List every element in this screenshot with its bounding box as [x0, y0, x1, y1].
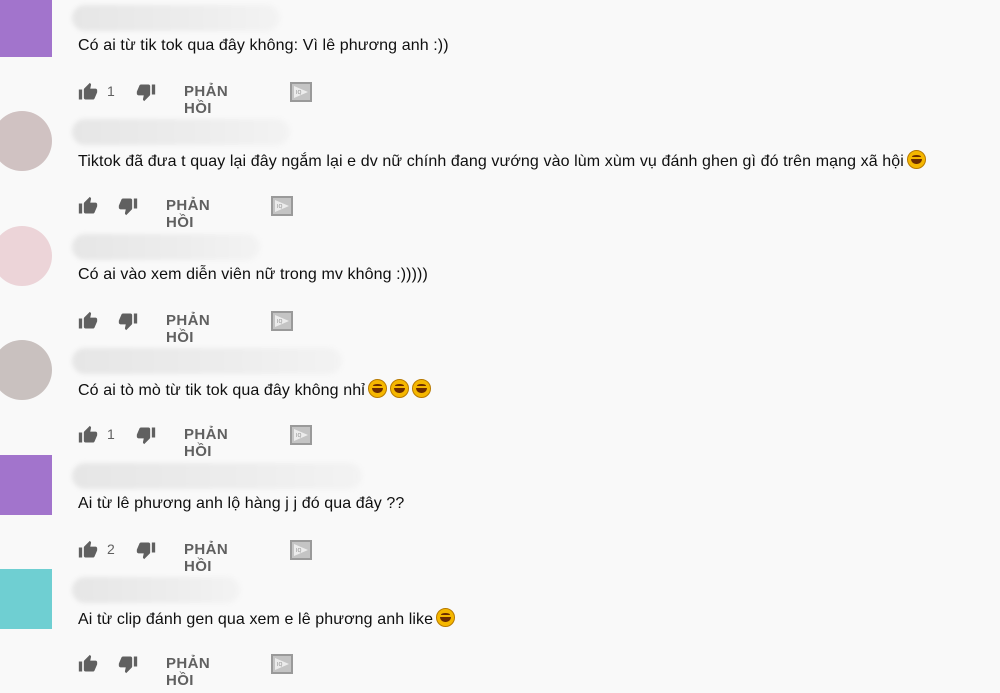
svg-text:IQ: IQ	[277, 662, 282, 668]
author-name-blurred	[72, 119, 290, 145]
reply-button[interactable]: PHẢN HỒI	[166, 197, 210, 231]
reply-badge-icon: IQ	[289, 80, 313, 104]
comment-item: Ai từ clip đánh gen qua xem e lê phương …	[0, 569, 1000, 693]
reply-badge-icon: IQ	[270, 652, 294, 676]
svg-text:IQ: IQ	[296, 548, 301, 554]
svg-text:IQ: IQ	[296, 90, 301, 96]
comment-text: Có ai từ tik tok qua đây không: Vì lê ph…	[78, 36, 449, 56]
comment-text: Tiktok đã đưa t quay lại đây ngắm lại e …	[78, 150, 926, 172]
comment-text: Có ai vào xem diễn viên nữ trong mv khôn…	[78, 265, 428, 285]
comment-text: Ai từ lê phương anh lộ hàng j j đó qua đ…	[78, 494, 404, 514]
comment-text-content: Tiktok đã đưa t quay lại đây ngắm lại e …	[78, 153, 904, 170]
avatar[interactable]	[0, 455, 52, 515]
thumb-up-icon[interactable]	[78, 196, 98, 216]
thumb-down-icon[interactable]	[136, 82, 156, 102]
laughing-emoji-icon	[367, 379, 387, 398]
comment-text: Có ai tò mò từ tik tok qua đây không nhỉ	[78, 379, 431, 401]
like-count: 2	[107, 541, 115, 557]
thumb-up-icon[interactable]	[78, 425, 98, 445]
author-name-blurred	[72, 234, 260, 260]
comment-text-content: Có ai vào xem diễn viên nữ trong mv khôn…	[78, 266, 428, 283]
like-count: 1	[107, 83, 115, 99]
author-name-blurred	[72, 577, 240, 603]
comment-item: Ai từ lê phương anh lộ hàng j j đó qua đ…	[0, 455, 1000, 579]
author-name-blurred	[72, 348, 342, 374]
thumb-down-icon[interactable]	[118, 311, 138, 331]
reply-badge-icon: IQ	[270, 194, 294, 218]
laughing-emoji-icon	[389, 379, 409, 398]
reply-badge-icon: IQ	[289, 538, 313, 562]
comment-text-content: Ai từ lê phương anh lộ hàng j j đó qua đ…	[78, 495, 405, 512]
thumb-down-icon[interactable]	[136, 425, 156, 445]
comment-text-content: Có ai từ tik tok qua đây không: Vì lê ph…	[78, 37, 449, 54]
laughing-emoji-icon	[436, 608, 456, 627]
reply-button[interactable]: PHẢN HỒI	[166, 312, 210, 346]
thumb-down-icon[interactable]	[136, 540, 156, 560]
laughing-emoji-icon	[906, 150, 926, 169]
thumb-down-icon[interactable]	[118, 196, 138, 216]
reply-button[interactable]: PHẢN HỒI	[166, 655, 210, 689]
svg-text:IQ: IQ	[296, 433, 301, 439]
avatar[interactable]	[0, 569, 52, 629]
reply-badge-icon: IQ	[270, 309, 294, 333]
laughing-emoji-icon	[411, 379, 431, 398]
thumb-up-icon[interactable]	[78, 654, 98, 674]
thumb-down-icon[interactable]	[118, 654, 138, 674]
thumb-up-icon[interactable]	[78, 540, 98, 560]
like-count: 1	[107, 426, 115, 442]
comment-item: Có ai từ tik tok qua đây không: Vì lê ph…	[0, 0, 1000, 121]
reply-button[interactable]: PHẢN HỒI	[184, 541, 228, 575]
author-name-blurred	[72, 5, 280, 31]
reply-badge-icon: IQ	[289, 423, 313, 447]
comment-item: Có ai vào xem diễn viên nữ trong mv khôn…	[0, 226, 1000, 350]
avatar[interactable]	[0, 340, 52, 400]
reply-button[interactable]: PHẢN HỒI	[184, 83, 228, 117]
comment-text-content: Ai từ clip đánh gen qua xem e lê phương …	[78, 611, 434, 628]
author-name-blurred	[72, 463, 362, 489]
svg-text:IQ: IQ	[277, 204, 282, 210]
comment-item: Tiktok đã đưa t quay lại đây ngắm lại e …	[0, 111, 1000, 235]
avatar[interactable]	[0, 226, 52, 286]
comment-text: Ai từ clip đánh gen qua xem e lê phương …	[78, 608, 456, 630]
thumb-up-icon[interactable]	[78, 311, 98, 331]
svg-text:IQ: IQ	[277, 319, 282, 325]
avatar[interactable]	[0, 0, 52, 57]
thumb-up-icon[interactable]	[78, 82, 98, 102]
comment-text-content: Có ai tò mò từ tik tok qua đây không nhỉ	[78, 382, 365, 399]
avatar[interactable]	[0, 111, 52, 171]
comment-item: Có ai tò mò từ tik tok qua đây không nhỉ…	[0, 340, 1000, 464]
reply-button[interactable]: PHẢN HỒI	[184, 426, 228, 460]
